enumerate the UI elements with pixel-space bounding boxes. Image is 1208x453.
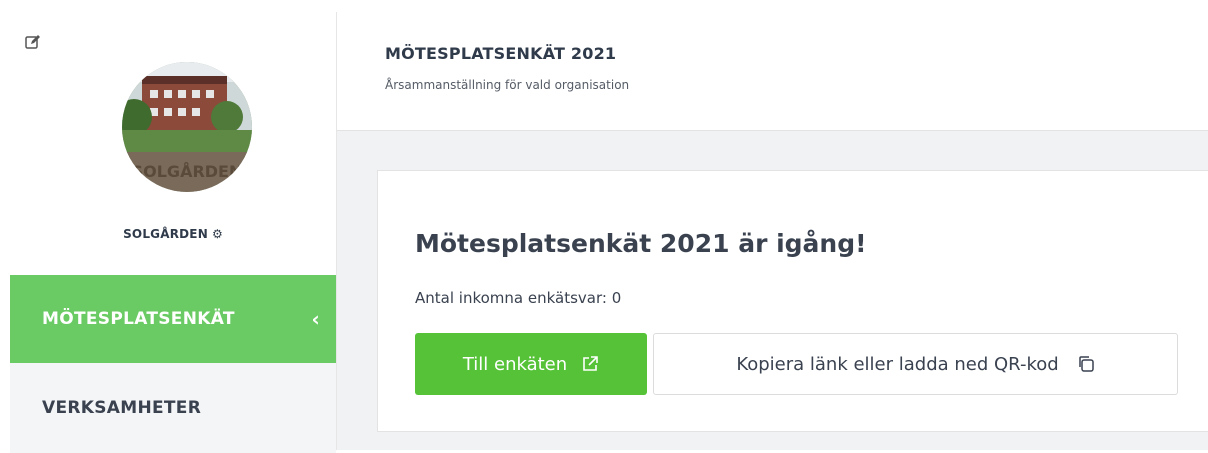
open-survey-button[interactable]: Till enkäten: [415, 333, 647, 395]
sidebar-item-verksamheter[interactable]: VERKSAMHETER: [10, 363, 336, 453]
card-title: Mötesplatsenkät 2021 är igång!: [415, 229, 867, 258]
main-content: MÖTESPLATSENKÄT 2021 Årsammanställning f…: [337, 12, 1208, 450]
sidebar-item-motesplatsenkat[interactable]: MÖTESPLATSENKÄT ‹: [10, 275, 336, 363]
chevron-left-icon: ‹: [311, 307, 320, 331]
gear-icon[interactable]: ⚙: [212, 227, 223, 241]
external-link-icon: [583, 356, 598, 371]
sidebar-item-label: VERKSAMHETER: [42, 398, 202, 418]
page-subtitle: Årsammanställning för vald organisation: [385, 78, 630, 92]
edit-icon[interactable]: [25, 34, 41, 50]
survey-card: Mötesplatsenkät 2021 är igång! Antal ink…: [377, 170, 1208, 432]
open-survey-label: Till enkäten: [462, 353, 568, 375]
sidebar-item-label: MÖTESPLATSENKÄT: [42, 309, 235, 329]
page-title: MÖTESPLATSENKÄT 2021: [385, 44, 617, 63]
page-header: MÖTESPLATSENKÄT 2021 Årsammanställning f…: [337, 12, 1208, 131]
copy-link-label: Kopiera länk eller ladda ned QR-kod: [736, 353, 1059, 375]
response-count: Antal inkomna enkätsvar: 0: [415, 289, 622, 307]
org-name[interactable]: SOLGÅRDEN ⚙: [10, 227, 336, 241]
svg-text:SOLGÅRDEN: SOLGÅRDEN: [132, 162, 243, 181]
copy-link-button[interactable]: Kopiera länk eller ladda ned QR-kod: [653, 333, 1178, 395]
sidebar: SOLGÅRDEN SOLGÅRDEN ⚙ MÖTESPLATSENKÄT ‹ V…: [10, 12, 337, 453]
org-name-label: SOLGÅRDEN: [123, 227, 208, 241]
copy-icon: [1078, 356, 1094, 372]
avatar: SOLGÅRDEN: [122, 62, 252, 192]
